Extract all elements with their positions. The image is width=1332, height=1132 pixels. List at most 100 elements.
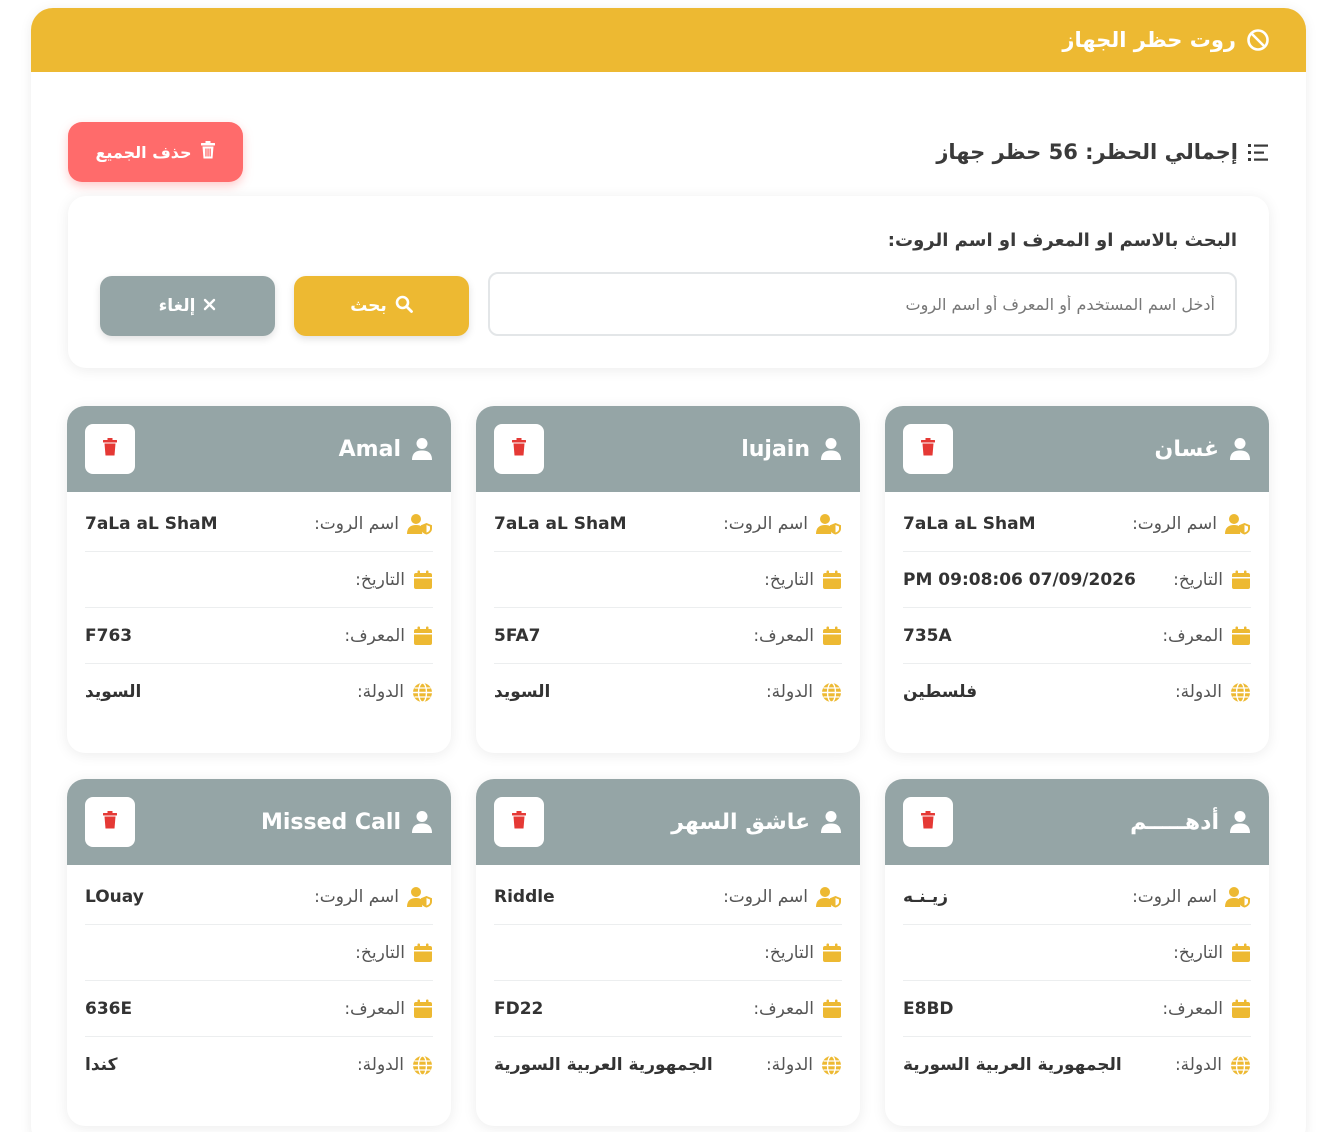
room-label: اسم الروت: bbox=[723, 886, 842, 908]
country-row: الدولة: كندا bbox=[85, 1037, 433, 1093]
date-row: التاريخ: PM 09:08:06 07/09/2026 bbox=[903, 552, 1251, 608]
cancel-button-label: إلغاء bbox=[158, 296, 196, 316]
date-label-text: التاريخ: bbox=[355, 942, 405, 963]
panel-header: روت حظر الجهاز bbox=[31, 8, 1306, 72]
id-row: المعرف: FD22 bbox=[494, 981, 842, 1037]
globe-icon bbox=[1230, 681, 1251, 703]
user-icon bbox=[1229, 437, 1251, 461]
room-label-text: اسم الروت: bbox=[723, 513, 808, 534]
trash-icon bbox=[511, 811, 527, 833]
calendar-icon bbox=[413, 999, 433, 1019]
delete-button[interactable] bbox=[494, 424, 544, 474]
room-value: 7aLa aL ShaM bbox=[903, 513, 1036, 534]
room-label: اسم الروت: bbox=[1132, 886, 1251, 908]
room-label: اسم الروت: bbox=[1132, 513, 1251, 535]
ban-card: Amal اسم الروت: 7aLa aL ShaM التاريخ: ال… bbox=[67, 406, 451, 753]
date-row: التاريخ: bbox=[903, 925, 1251, 981]
date-label: التاريخ: bbox=[1173, 943, 1251, 963]
calendar-icon bbox=[1231, 570, 1251, 590]
card-body: اسم الروت: 7aLa aL ShaM التاريخ: PM 09:0… bbox=[885, 492, 1269, 720]
calendar-icon bbox=[822, 626, 842, 646]
id-value: 636E bbox=[85, 998, 133, 1019]
search-button[interactable]: بحث bbox=[294, 276, 469, 336]
user-shield-icon bbox=[816, 513, 842, 535]
close-icon bbox=[203, 296, 216, 316]
user-shield-icon bbox=[407, 513, 433, 535]
room-row: اسم الروت: Riddle bbox=[494, 869, 842, 925]
room-row: اسم الروت: 7aLa aL ShaM bbox=[903, 496, 1251, 552]
card-user: عاشق السهر bbox=[671, 810, 842, 835]
date-row: التاريخ: bbox=[494, 925, 842, 981]
room-label-text: اسم الروت: bbox=[1132, 886, 1217, 907]
date-label: التاريخ: bbox=[764, 943, 842, 963]
id-label: المعرف: bbox=[344, 999, 433, 1019]
trash-icon bbox=[511, 438, 527, 460]
calendar-icon bbox=[1231, 626, 1251, 646]
country-row: الدولة: فلسطين bbox=[903, 664, 1251, 720]
card-user: أدهـــــم bbox=[1130, 810, 1251, 835]
id-label: المعرف: bbox=[753, 626, 842, 646]
delete-all-button[interactable]: حذف الجميع bbox=[68, 122, 243, 182]
id-label-text: المعرف: bbox=[753, 998, 814, 1019]
calendar-icon bbox=[1231, 999, 1251, 1019]
ban-card: lujain اسم الروت: 7aLa aL ShaM التاريخ: … bbox=[476, 406, 860, 753]
card-body: اسم الروت: 7aLa aL ShaM التاريخ: المعرف:… bbox=[476, 492, 860, 720]
card-header: أدهـــــم bbox=[885, 779, 1269, 865]
user-shield-icon bbox=[816, 886, 842, 908]
country-label: الدولة: bbox=[1174, 1054, 1251, 1076]
globe-icon bbox=[821, 681, 842, 703]
card-body: اسم الروت: 7aLa aL ShaM التاريخ: المعرف:… bbox=[67, 492, 451, 720]
search-input[interactable] bbox=[488, 272, 1237, 336]
country-row: الدولة: الجمهورية العربية السورية bbox=[494, 1037, 842, 1093]
card-username: Amal bbox=[338, 436, 401, 462]
id-row: المعرف: E8BD bbox=[903, 981, 1251, 1037]
room-row: اسم الروت: زيـنـه bbox=[903, 869, 1251, 925]
country-label: الدولة: bbox=[357, 681, 433, 703]
id-value: FD22 bbox=[494, 998, 544, 1019]
globe-icon bbox=[412, 681, 433, 703]
delete-button[interactable] bbox=[85, 797, 135, 847]
device-ban-panel: روت حظر الجهاز إجمالي الحظر: 56 حظر جهاز… bbox=[31, 8, 1306, 1132]
card-header: عاشق السهر bbox=[476, 779, 860, 865]
room-value: 7aLa aL ShaM bbox=[85, 513, 218, 534]
delete-all-label: حذف الجميع bbox=[95, 142, 192, 162]
cancel-button[interactable]: إلغاء bbox=[100, 276, 275, 336]
id-label-text: المعرف: bbox=[344, 625, 405, 646]
delete-button[interactable] bbox=[903, 424, 953, 474]
trash-icon bbox=[102, 438, 118, 460]
country-label-text: الدولة: bbox=[765, 682, 813, 702]
room-label-text: اسم الروت: bbox=[723, 886, 808, 907]
country-label-text: الدولة: bbox=[1174, 1055, 1222, 1075]
delete-button[interactable] bbox=[903, 797, 953, 847]
room-value: Riddle bbox=[494, 886, 555, 907]
id-label: المعرف: bbox=[1162, 626, 1251, 646]
room-value: زيـنـه bbox=[903, 886, 949, 907]
user-icon bbox=[820, 810, 842, 834]
room-value: LOuay bbox=[85, 886, 144, 907]
ban-summary: إجمالي الحظر: 56 حظر جهاز bbox=[936, 140, 1270, 164]
id-row: المعرف: 5FA7 bbox=[494, 608, 842, 664]
card-username: lujain bbox=[741, 436, 810, 462]
id-label: المعرف: bbox=[344, 626, 433, 646]
card-user: lujain bbox=[741, 437, 842, 462]
trash-icon bbox=[102, 811, 118, 833]
delete-button[interactable] bbox=[85, 424, 135, 474]
card-header: غسان bbox=[885, 406, 1269, 492]
card-body: اسم الروت: زيـنـه التاريخ: المعرف: E8BD … bbox=[885, 865, 1269, 1093]
country-label-text: الدولة: bbox=[1174, 682, 1222, 702]
search-section: البحث بالاسم او المعرف او اسم الروت: بحث… bbox=[68, 196, 1269, 368]
ban-card: Missed Call اسم الروت: LOuay التاريخ: ال… bbox=[67, 779, 451, 1126]
id-label: المعرف: bbox=[1162, 999, 1251, 1019]
summary-row: إجمالي الحظر: 56 حظر جهاز حذف الجميع bbox=[68, 122, 1270, 182]
trash-icon bbox=[200, 141, 216, 163]
card-header: Amal bbox=[67, 406, 451, 492]
id-label-text: المعرف: bbox=[753, 625, 814, 646]
room-row: اسم الروت: LOuay bbox=[85, 869, 433, 925]
calendar-icon bbox=[822, 999, 842, 1019]
date-label: التاريخ: bbox=[1173, 570, 1251, 590]
calendar-icon bbox=[822, 943, 842, 963]
date-row: التاريخ: bbox=[85, 925, 433, 981]
delete-button[interactable] bbox=[494, 797, 544, 847]
country-label: الدولة: bbox=[766, 1054, 842, 1076]
id-value: 735A bbox=[903, 625, 952, 646]
